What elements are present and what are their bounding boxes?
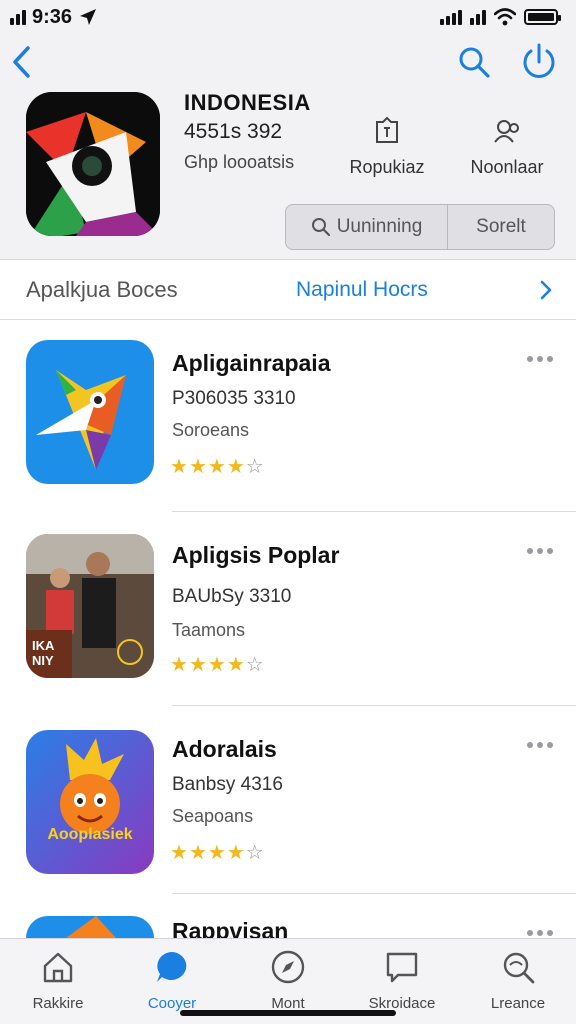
app-category: Taamons: [172, 620, 246, 640]
app-icon: [26, 92, 160, 236]
star-rating: ★★★★☆: [170, 840, 265, 865]
star-filled-icon: ★: [207, 842, 227, 864]
segment-sort[interactable]: Sorelt: [448, 205, 554, 249]
more-options-icon[interactable]: [527, 356, 553, 364]
app-icon-caption: Aooplasiek: [47, 826, 133, 843]
tab-moment[interactable]: Mont: [238, 949, 338, 1012]
star-filled-icon: ★: [170, 654, 189, 676]
cellular-signal-icon: [10, 9, 26, 25]
tab-label: Rakkire: [32, 995, 84, 1012]
segment-running[interactable]: Uuninning: [286, 205, 448, 249]
segment-label: Sorelt: [476, 216, 526, 237]
power-icon[interactable]: [520, 42, 558, 82]
star-filled-icon: ★: [207, 654, 227, 676]
cellular-signal-icon: [440, 9, 462, 25]
app-subtitle: Ghp loooatsis: [184, 152, 295, 172]
star-filled-icon: ★: [188, 456, 208, 478]
wifi-icon: [494, 8, 516, 26]
star-filled-icon: ★: [207, 456, 227, 478]
search-icon[interactable]: [456, 44, 492, 80]
app-name: Adoralais: [172, 736, 277, 762]
tab-search[interactable]: Lreance: [468, 949, 568, 1012]
tab-home[interactable]: Rakkire: [8, 949, 108, 1012]
app-icon: IKA NIY: [26, 534, 154, 678]
app-list-item[interactable]: Apligainrapaia P306035 3310 Soroeans ★★★…: [0, 320, 576, 512]
meta-reviews[interactable]: Noonlaar: [462, 116, 552, 178]
battery-icon: [524, 9, 561, 25]
meta-label: Noonlaar: [470, 157, 544, 177]
app-header: INDONESIA 4551s 392 Ghp loooatsis Ropuki…: [0, 34, 576, 260]
app-icon: Aooplasiek: [26, 730, 154, 874]
chevron-right-icon[interactable]: [536, 278, 556, 302]
home-icon: [43, 952, 73, 983]
cellular-signal-icon: [470, 9, 486, 25]
star-filled-icon: ★: [188, 842, 208, 864]
status-bar: 9:36: [0, 0, 576, 34]
more-options-icon[interactable]: [527, 742, 553, 750]
more-options-icon[interactable]: [527, 930, 553, 938]
app-code: P306035 3310: [172, 388, 296, 409]
location-arrow-icon: [80, 9, 97, 25]
app-icon: [26, 340, 154, 484]
star-filled-icon: ★: [226, 842, 246, 864]
meta-ratings[interactable]: Ropukiaz: [344, 116, 430, 178]
app-name: Rappvisan: [172, 918, 289, 938]
search-icon: [503, 952, 535, 984]
section-link[interactable]: Napinul Hocrs: [296, 278, 428, 302]
star-filled-icon: ★: [188, 654, 208, 676]
app-list-item[interactable]: Aooplasiek Adoralais Banbsy 4316 Seapoan…: [0, 706, 576, 894]
segmented-control: Uuninning Sorelt: [285, 204, 555, 250]
app-name: Apligainrapaia: [172, 350, 331, 376]
status-right: [440, 8, 561, 26]
app-code: BAUbSy 3310: [172, 586, 292, 607]
app-name: Apligsis Poplar: [172, 542, 340, 568]
star-empty-icon: ☆: [245, 456, 265, 478]
app-icon: [26, 916, 154, 938]
tab-discover[interactable]: Cooyer: [122, 949, 222, 1012]
app-download-count: 4551s 392: [184, 120, 283, 143]
section-title: Apalkjua Boces: [26, 276, 178, 302]
app-category: Soroeans: [172, 420, 250, 440]
star-filled-icon: ★: [170, 842, 189, 864]
meta-label: Ropukiaz: [349, 157, 425, 177]
reviews-icon: [494, 120, 519, 143]
segment-label: Uuninning: [336, 216, 423, 237]
home-indicator[interactable]: [180, 1010, 396, 1016]
message-icon: [386, 952, 418, 983]
compass-icon: [271, 950, 305, 984]
app-icon-caption: IKA NIY: [32, 638, 54, 668]
search-icon: [311, 218, 330, 237]
tab-label: Lreance: [490, 995, 546, 1012]
app-category: Seapoans: [172, 806, 254, 826]
star-filled-icon: ★: [170, 456, 189, 478]
chat-icon: [157, 952, 187, 982]
status-time: 9:36: [32, 5, 73, 28]
status-left: 9:36: [10, 6, 98, 29]
star-filled-icon: ★: [226, 654, 246, 676]
star-filled-icon: ★: [226, 456, 246, 478]
star-empty-icon: ☆: [245, 842, 265, 864]
more-options-icon[interactable]: [527, 548, 553, 556]
badge-icon: [376, 116, 398, 143]
star-rating: ★★★★☆: [170, 454, 265, 479]
app-code: Banbsy 4316: [172, 774, 283, 795]
tab-messages[interactable]: Skroidace: [352, 949, 452, 1012]
star-empty-icon: ☆: [245, 654, 265, 676]
app-title: INDONESIA: [184, 90, 311, 115]
app-list-item[interactable]: IKA NIY Apligsis Poplar BAUbSy 3310 Taam…: [0, 512, 576, 706]
star-rating: ★★★★☆: [170, 652, 265, 677]
app-list-item[interactable]: Rappvisan: [0, 894, 576, 938]
section-header: Apalkjua Boces Napinul Hocrs: [0, 260, 576, 320]
back-chevron-icon[interactable]: [10, 44, 34, 80]
